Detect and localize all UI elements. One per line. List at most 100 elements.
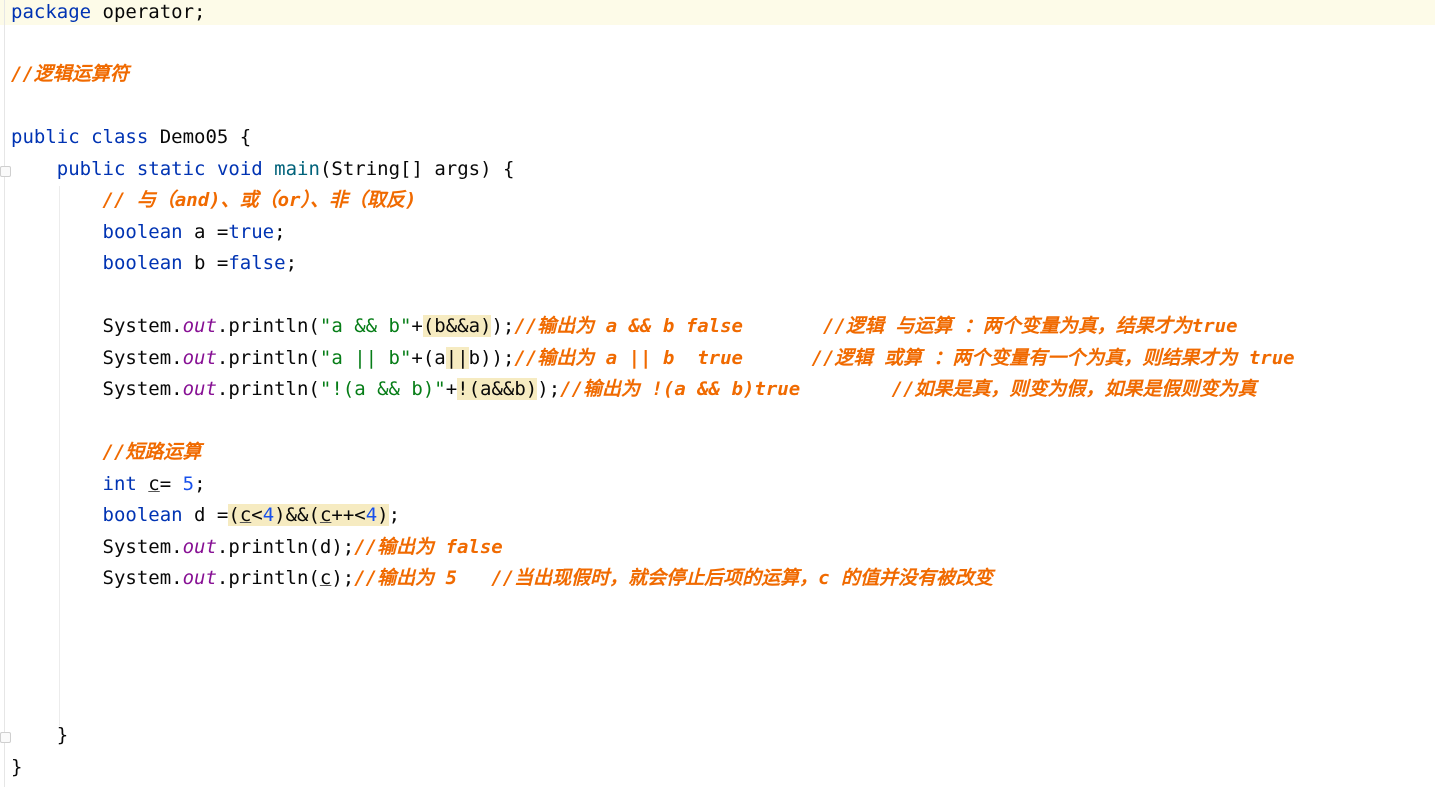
semicolon: ; — [388, 504, 401, 526]
gutter — [4, 0, 5, 787]
code-line-24[interactable]: } — [11, 723, 68, 754]
semicolon: ; — [194, 473, 206, 495]
println-call: .println( — [216, 315, 320, 337]
code-line-12[interactable]: System.out.println("a || b"+(a||b));//输出… — [11, 346, 1295, 377]
semicolon: ; — [285, 252, 298, 274]
code-line-3[interactable]: //逻辑运算符 — [11, 62, 129, 93]
literal-false: false — [228, 252, 286, 274]
code-line-15[interactable]: //短路运算 — [11, 440, 202, 471]
number-literal: 5 — [182, 473, 195, 495]
field-out: out — [182, 315, 217, 337]
field-out: out — [182, 347, 217, 369]
field-out: out — [182, 536, 217, 558]
code-line-25[interactable]: } — [11, 755, 22, 786]
variable-decl: a = — [182, 221, 229, 243]
system-ref: System. — [102, 378, 183, 400]
keyword-boolean: boolean — [102, 504, 183, 526]
code-line-13[interactable]: System.out.println("!(a && b)"+!(a&&b));… — [11, 377, 1257, 408]
code-line-18[interactable]: System.out.println(d);//输出为 false — [11, 535, 503, 566]
field-out: out — [182, 378, 217, 400]
println-call: .println( — [216, 567, 320, 589]
highlighted-expression: (c<4)&&(c++<4) — [228, 504, 389, 526]
variable-b: b — [468, 347, 481, 369]
code-line-5[interactable]: public class Demo05 { — [11, 125, 251, 156]
comment: //输出为 a || b true //逻辑 或算 ：两个变量有一个为真，则结果… — [514, 347, 1295, 369]
current-line-highlight — [0, 0, 1435, 25]
system-ref: System. — [102, 347, 183, 369]
paren: ( — [228, 504, 240, 526]
operator: )&&( — [274, 504, 320, 526]
semicolon: ; — [274, 221, 286, 243]
line-end: )); — [480, 347, 515, 369]
keyword-int: int — [102, 473, 137, 495]
string-literal: "a || b" — [319, 347, 412, 369]
keyword-class: class — [91, 126, 149, 148]
keyword-void: void — [216, 158, 263, 180]
keyword-package: package — [11, 1, 92, 23]
class-name: Demo05 { — [148, 126, 252, 148]
code-line-16[interactable]: int c= 5; — [11, 472, 206, 503]
operator: + — [445, 378, 458, 400]
keyword-static: static — [136, 158, 206, 180]
comment: // 与（and)、或（or）、非（取反) — [102, 189, 417, 211]
comment: //输出为 5 //当出现假时，就会停止后项的运算，c 的值并没有被改变 — [354, 567, 994, 589]
highlighted-operator: || — [445, 347, 469, 369]
code-line-8[interactable]: boolean a =true; — [11, 220, 286, 251]
literal-true: true — [228, 221, 275, 243]
line-end: ); — [491, 315, 515, 337]
system-ref: System. — [102, 536, 183, 558]
code-line-7[interactable]: // 与（and)、或（or）、非（取反) — [11, 188, 417, 219]
line-end: ); — [331, 567, 355, 589]
code-line-9[interactable]: boolean b =false; — [11, 251, 298, 282]
system-ref: System. — [102, 315, 183, 337]
method-name: main — [274, 158, 320, 180]
code-line-6[interactable]: public static void main(String[] args) { — [11, 157, 515, 188]
operator: + — [411, 315, 423, 337]
code-line-11[interactable]: System.out.println("a && b"+(b&&a));//输出… — [11, 314, 1238, 345]
variable-a: a — [434, 347, 446, 369]
fold-marker-icon[interactable] — [0, 166, 11, 177]
number-literal: 4 — [262, 504, 275, 526]
code-editor[interactable]: package operator; //逻辑运算符 public class D… — [0, 0, 1435, 787]
variable-c: c — [239, 504, 252, 526]
highlighted-expression: !(a&&b) — [457, 378, 538, 400]
variable-c: c — [148, 473, 160, 495]
variable-c: c — [319, 504, 332, 526]
argument: d — [319, 536, 332, 558]
comment: //输出为 false — [354, 536, 503, 558]
comment: //短路运算 — [102, 441, 202, 463]
field-out: out — [182, 567, 217, 589]
code-line-1[interactable]: package operator; — [11, 0, 205, 31]
system-ref: System. — [102, 567, 183, 589]
println-call: .println( — [216, 378, 320, 400]
number-literal: 4 — [365, 504, 378, 526]
operator: = — [159, 473, 183, 495]
comment: //输出为 !(a && b)true //如果是真，则变为假，如果是假则变为真 — [560, 378, 1257, 400]
keyword-boolean: boolean — [102, 252, 183, 274]
println-call: .println( — [216, 536, 320, 558]
line-end: ); — [537, 378, 561, 400]
operator: < — [251, 504, 263, 526]
code-line-19[interactable]: System.out.println(c);//输出为 5 //当出现假时，就会… — [11, 566, 994, 597]
variable-decl: b = — [182, 252, 229, 274]
paren: ) — [377, 504, 389, 526]
operator: ++< — [331, 504, 366, 526]
code-line-17[interactable]: boolean d =(c<4)&&(c++<4); — [11, 503, 400, 534]
argument: c — [319, 567, 332, 589]
keyword-public: public — [11, 126, 80, 148]
fold-marker-icon[interactable] — [0, 732, 11, 743]
line-end: ); — [331, 536, 355, 558]
package-name: operator; — [91, 1, 206, 23]
highlighted-expression: (b&&a) — [422, 315, 492, 337]
keyword-boolean: boolean — [102, 221, 183, 243]
variable-decl: d = — [182, 504, 229, 526]
method-signature: (String[] args) { — [319, 158, 515, 180]
string-literal: "!(a && b)" — [319, 378, 446, 400]
string-literal: "a && b" — [319, 315, 412, 337]
closing-brace: } — [56, 724, 69, 746]
println-call: .println( — [216, 347, 320, 369]
closing-brace: } — [11, 756, 23, 778]
comment: //输出为 a && b false //逻辑 与运算 ：两个变量为真，结果才为… — [514, 315, 1238, 337]
keyword-public: public — [56, 158, 126, 180]
operator: +( — [411, 347, 435, 369]
